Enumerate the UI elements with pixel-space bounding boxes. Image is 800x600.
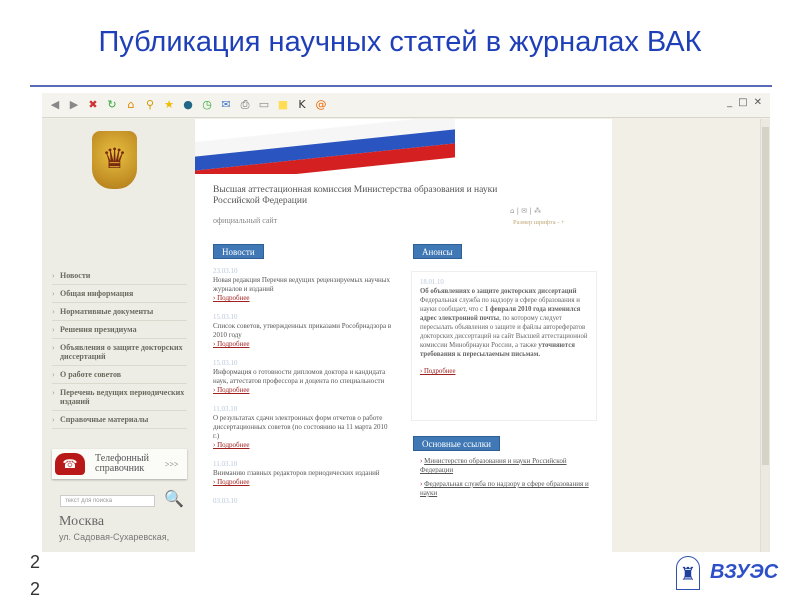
link-item: › Министерство образования и науки Росси…	[420, 457, 567, 474]
font-size-control: Размер шрифта - +	[513, 219, 565, 226]
sidebar: ♛ НовостиОбщая информацияНормативные док…	[42, 119, 195, 552]
browser-toolbar: ◀ ▶ ✖ ↻ ⌂ ⚲ ★ ● ◷ ✉ ⎙ ▭ ■ K @	[42, 93, 770, 118]
news-date: 11.03.10	[213, 405, 238, 413]
news-more-link[interactable]: Подробнее	[213, 441, 250, 449]
flag-banner	[195, 119, 455, 174]
org-title: Высшая аттестационная комиссия Министерс…	[213, 185, 498, 206]
phone-banner-arrow: >>>	[165, 459, 179, 469]
page-margin	[612, 119, 760, 552]
links-list: › Министерство образования и науки Росси…	[420, 457, 600, 503]
stop-icon[interactable]: ✖	[86, 98, 100, 112]
search-icon[interactable]: ⚲	[143, 98, 157, 112]
note-icon[interactable]: ■	[276, 98, 290, 112]
sidebar-item[interactable]: Новости	[52, 267, 187, 285]
vertical-scrollbar[interactable]	[760, 119, 770, 552]
news-text[interactable]: Новая редакция Перечня ведущих рецензиру…	[213, 276, 393, 294]
sidebar-nav: НовостиОбщая информацияНормативные докум…	[52, 267, 187, 429]
phone-directory-banner[interactable]: ☎ Телефонный справочник >>>	[52, 449, 187, 479]
news-text[interactable]: Информация о готовности дипломов доктора…	[213, 368, 393, 386]
news-item: 15.03.10 Информация о готовности дипломов…	[213, 359, 393, 395]
address: ул. Садовая-Сухаревская,	[59, 532, 170, 542]
page-number: 2	[30, 552, 41, 572]
close-icon[interactable]: ✕	[754, 97, 762, 108]
search-icon[interactable]: 🔍	[164, 489, 184, 509]
window-controls: _ □ ✕	[727, 97, 762, 108]
news-item: 03.03.10	[213, 497, 393, 506]
font-decrease-button[interactable]: -	[557, 219, 559, 226]
forward-icon[interactable]: ▶	[67, 98, 81, 112]
announcements-header: Анонсы	[413, 244, 462, 259]
news-item: 15.03.10 Список советов, утвержденных при…	[213, 313, 393, 349]
sidebar-item[interactable]: Общая информация	[52, 285, 187, 303]
sidebar-item[interactable]: Перечень ведущих периодических изданий	[52, 384, 187, 411]
back-icon[interactable]: ◀	[48, 98, 62, 112]
news-item: 11.03.10 Вниманию главных редакторов пери…	[213, 460, 393, 487]
home-icon[interactable]: ⌂	[510, 207, 514, 215]
sitemap-icon[interactable]: ⁂	[534, 207, 541, 215]
site-subtitle: официальный сайт	[213, 216, 278, 225]
coat-of-arms-icon: ♛	[92, 131, 137, 189]
news-more-link[interactable]: Подробнее	[213, 294, 250, 302]
news-text[interactable]: Вниманию главных редакторов периодически…	[213, 469, 393, 478]
k-icon[interactable]: K	[295, 98, 309, 112]
news-date: 03.03.10	[213, 497, 238, 505]
mail-icon[interactable]: ✉	[521, 207, 527, 215]
logo-text: ВЗУЭС	[710, 561, 779, 583]
link-item: › Федеральная служба по надзору в сфере …	[420, 480, 589, 497]
news-more-link[interactable]: Подробнее	[213, 478, 250, 486]
city-label: Москва	[59, 514, 105, 529]
title-divider	[30, 85, 772, 87]
refresh-icon[interactable]: ↻	[105, 98, 119, 112]
main-link[interactable]: Министерство образования и науки Российс…	[420, 457, 567, 474]
maximize-icon[interactable]: □	[738, 97, 747, 108]
telephone-icon: ☎	[55, 453, 85, 475]
news-text[interactable]: О результатах сдачи электронных форм отч…	[213, 414, 393, 441]
edit-icon[interactable]: ▭	[257, 98, 271, 112]
sidebar-item[interactable]: Нормативные документы	[52, 303, 187, 321]
browser-screenshot: ◀▶✖↻⌂⚲★●◷✉⎙▭■K@ _□✕ ♛ НовостиОбщая инфор…	[42, 93, 770, 552]
page-number-2: 2	[30, 579, 41, 599]
phone-banner-label: Телефонный справочник	[95, 453, 149, 474]
sidebar-item[interactable]: Справочные материалы	[52, 411, 187, 429]
history-icon[interactable]: ◷	[200, 98, 214, 112]
news-header: Новости	[213, 244, 264, 259]
news-date: 11.03.10	[213, 460, 238, 468]
announcement-more-link[interactable]: Подробнее	[420, 368, 455, 375]
scrollbar-thumb[interactable]	[762, 127, 769, 465]
main-content: Высшая аттестационная комиссия Министерс…	[195, 119, 612, 552]
news-date: 23.03.10	[213, 267, 238, 275]
sidebar-item[interactable]: Решения президиума	[52, 321, 187, 339]
news-more-link[interactable]: Подробнее	[213, 340, 250, 348]
sidebar-item[interactable]: Объявления о защите докторских диссертац…	[52, 339, 187, 366]
announcement-card: 18.01.10 Об объявлениях о защите докторс…	[411, 271, 597, 421]
email-at-icon[interactable]: @	[314, 98, 328, 112]
font-size-label: Размер шрифта	[513, 219, 556, 226]
page-tools: ⌂ | ✉ | ⁂	[510, 207, 541, 215]
news-item: 11.03.10 О результатах сдачи электронных …	[213, 405, 393, 450]
minimize-icon[interactable]: _	[727, 97, 732, 108]
mail-icon[interactable]: ✉	[219, 98, 233, 112]
announcement-date: 18.01.10	[420, 279, 444, 286]
announcement-title: Об объявлениях о защите докторских диссе…	[420, 288, 577, 295]
main-link[interactable]: Федеральная служба по надзору в сфере об…	[420, 480, 589, 497]
news-list: 23.03.10 Новая редакция Перечня ведущих р…	[213, 267, 393, 516]
news-more-link[interactable]: Подробнее	[213, 386, 250, 394]
links-header: Основные ссылки	[413, 436, 500, 451]
font-increase-button[interactable]: +	[561, 219, 565, 226]
logo-figure-icon: ♜	[676, 555, 700, 590]
home-icon[interactable]: ⌂	[124, 98, 138, 112]
slide-title: Публикация научных статей в журналах ВАК	[98, 26, 702, 58]
favorites-icon[interactable]: ★	[162, 98, 176, 112]
sidebar-item[interactable]: О работе советов	[52, 366, 187, 384]
news-text[interactable]: Список советов, утвержденных приказами Р…	[213, 322, 393, 340]
university-logo: ♜ ВЗУЭС	[676, 555, 786, 590]
search-input[interactable]: текст для поиска	[60, 495, 155, 507]
print-icon[interactable]: ⎙	[238, 98, 252, 112]
news-date: 15.03.10	[213, 313, 238, 321]
web-icon[interactable]: ●	[181, 98, 195, 112]
news-item: 23.03.10 Новая редакция Перечня ведущих р…	[213, 267, 393, 303]
news-date: 15.03.10	[213, 359, 238, 367]
